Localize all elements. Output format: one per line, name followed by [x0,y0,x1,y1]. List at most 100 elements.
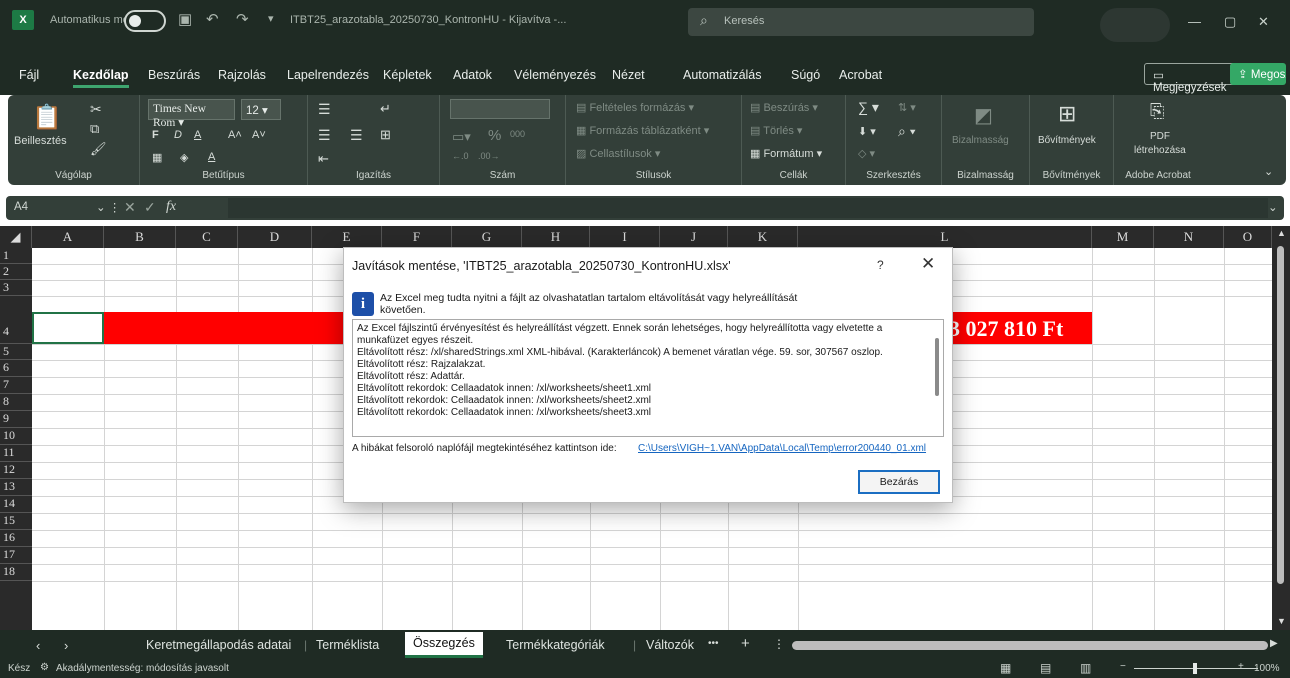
font-size-select[interactable]: 12 ▾ [241,99,281,120]
column-header[interactable]: I [590,226,660,248]
page-layout-view-icon[interactable]: ▤ [1040,661,1051,675]
menu-help[interactable]: Súgó [791,68,820,82]
row-header[interactable]: 2 [0,264,32,280]
row-header[interactable]: 9 [0,411,32,428]
minimize-button[interactable]: — [1188,14,1201,29]
conditional-formatting-button[interactable]: ▤ Feltételes formázás ▾ [576,101,694,114]
sensitivity-icon[interactable]: ◩ [974,103,993,128]
format-painter-icon[interactable]: 🖌 [90,141,107,157]
decrease-font-icon[interactable]: A˅ [252,129,266,141]
decrease-decimal-icon[interactable]: .00→ [478,151,500,161]
autosum-icon[interactable]: ∑ ▾ [858,99,879,116]
more-sheets-button[interactable]: ••• [708,638,719,649]
sheet-tab[interactable]: Terméklista [316,638,379,652]
number-format-select[interactable] [450,99,550,119]
fill-color-icon[interactable]: ◈ [180,151,188,164]
formula-input[interactable] [228,198,1268,218]
indent-icon[interactable]: ⇤ [318,151,329,167]
copy-icon[interactable]: ⧉ [90,121,99,137]
zoom-out-icon[interactable]: − [1120,661,1126,672]
menu-automate[interactable]: Automatizálás [683,68,762,82]
redo-icon[interactable]: ↷ [236,10,249,28]
scroll-right-icon[interactable]: ▶ [1270,638,1278,649]
row-header[interactable]: 6 [0,360,32,377]
paste-button[interactable]: Beillesztés [14,135,67,147]
row-header[interactable]: 12 [0,462,32,479]
normal-view-icon[interactable]: ▦ [1000,661,1011,675]
maximize-button[interactable]: ▢ [1224,14,1236,30]
ribbon-collapse-icon[interactable]: ⌄ [1264,165,1273,178]
row-header[interactable]: 11 [0,445,32,462]
thousands-icon[interactable]: 000 [510,129,525,139]
column-header[interactable]: G [452,226,522,248]
fill-icon[interactable]: ⬇ ▾ [858,125,876,138]
increase-decimal-icon[interactable]: ←.0 [452,151,469,161]
row-header[interactable]: 3 [0,280,32,296]
row-header[interactable]: 1 [0,248,32,264]
window-close-button[interactable]: ✕ [1258,14,1269,30]
menu-draw[interactable]: Rajzolás [218,68,266,82]
column-header[interactable]: B [104,226,176,248]
name-box[interactable]: A4 [14,201,28,213]
details-scrollbar[interactable] [935,338,939,396]
page-break-view-icon[interactable]: ▥ [1080,661,1091,675]
add-sheet-button[interactable]: + [741,635,750,652]
font-name-select[interactable]: Times New Rom ▾ [148,99,235,129]
menu-home[interactable]: Kezdőlap [73,68,129,88]
save-icon[interactable]: ▣ [178,10,192,28]
menu-view[interactable]: Nézet [612,68,645,82]
share-button[interactable]: ⇪ Megosztás [1230,63,1286,85]
accessibility-icon[interactable]: ⚙ [40,662,49,673]
comments-button[interactable]: ▭ Megjegyzések [1144,63,1242,94]
scroll-down-icon[interactable]: ▼ [1277,616,1286,626]
row-header[interactable]: 17 [0,547,32,564]
namebox-dropdown-icon[interactable]: ⌄ ⋮ [96,200,120,214]
column-header[interactable]: F [382,226,452,248]
dialog-help-button[interactable]: ? [877,258,884,272]
vertical-scrollbar[interactable]: ▲ ▼ [1272,226,1290,630]
row-header[interactable]: 7 [0,377,32,394]
search-box[interactable]: ⌕ Keresés [688,8,1034,36]
row-header[interactable]: 4 [0,296,32,344]
clear-icon[interactable]: ◇ ▾ [858,147,875,160]
font-color-icon[interactable]: A [208,151,215,163]
total-amount-cell[interactable]: 3 027 810 Ft [949,316,1063,342]
next-sheet-icon[interactable]: › [64,638,68,653]
format-cells-button[interactable]: ▦ Formátum ▾ [750,147,822,160]
dialog-close-x-button[interactable]: ✕ [921,254,935,274]
customize-toolbar-icon[interactable]: ▾ [268,12,274,25]
selected-cell-a4[interactable] [32,312,104,344]
sheet-tab-active[interactable]: Összegzés [405,632,483,658]
tab-splitter-icon[interactable]: ⋮ [773,637,785,651]
border-icon[interactable]: ▦ [152,151,162,164]
wrap-text-icon[interactable]: ↵ [380,101,391,117]
enter-icon[interactable]: ✓ [144,199,156,216]
column-header[interactable]: A [32,226,104,248]
align-top-icon[interactable]: ☰ [318,101,331,118]
select-all-corner[interactable]: ◢ [0,226,32,248]
addins-button[interactable]: Bővítmények [1038,135,1096,146]
align-left-icon[interactable]: ☰ [318,127,331,144]
menu-formulas[interactable]: Képletek [383,68,432,82]
column-header[interactable]: C [176,226,238,248]
cancel-icon[interactable]: ✕ [124,199,136,216]
menu-page-layout[interactable]: Lapelrendezés [287,68,369,82]
accessibility-status[interactable]: Akadálymentesség: módosítás javasolt [56,663,229,674]
avatar[interactable] [1100,8,1170,42]
zoom-in-icon[interactable]: + [1238,661,1244,672]
delete-cells-button[interactable]: ▤ Törlés ▾ [750,124,802,137]
cut-icon[interactable]: ✂ [90,101,102,118]
merge-cells-icon[interactable]: ⊞ [380,127,391,143]
currency-icon[interactable]: ▭▾ [452,129,471,145]
sheet-tab[interactable]: Változók [646,638,694,652]
column-header[interactable]: K [728,226,798,248]
sheet-tab[interactable]: Termékkategóriák [506,638,605,652]
find-icon[interactable]: ⌕ ▾ [898,123,916,140]
column-header[interactable]: M [1092,226,1154,248]
align-center-icon[interactable]: ☰ [350,127,363,144]
repair-details-box[interactable]: Az Excel fájlszintű érvényesítést és hel… [352,319,944,437]
zoom-slider-thumb[interactable] [1193,663,1197,674]
addins-icon[interactable]: ⊞ [1058,101,1076,127]
column-header[interactable]: L [798,226,1092,248]
bold-icon[interactable]: F [152,129,159,141]
